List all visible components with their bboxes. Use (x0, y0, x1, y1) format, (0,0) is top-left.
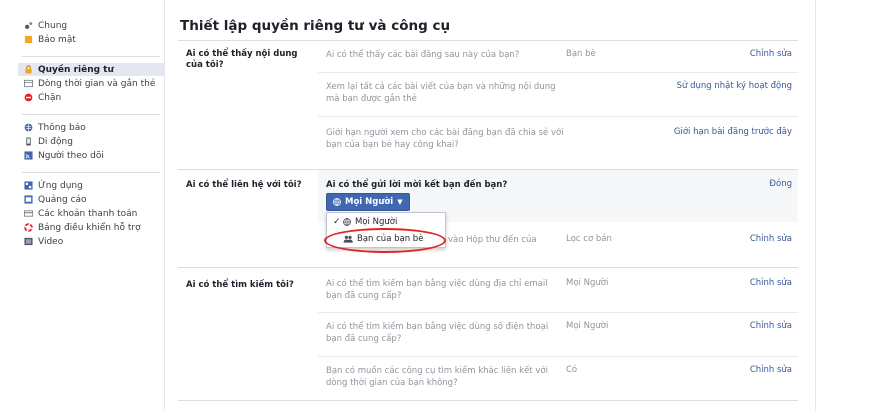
globe-icon (24, 123, 33, 132)
setting-row: Bạn có muốn các công cụ tìm kiếm khác li… (318, 356, 798, 401)
section-who-can-see: Ai có thể thấy nội dung của tôi? Ai có t… (178, 41, 798, 170)
sidebar-item-security[interactable]: Bảo mật (22, 33, 172, 46)
sidebar-group-notifications: Thông báo Di động Người theo dõi (22, 121, 172, 162)
setting-value: Bạn bè (566, 49, 596, 59)
setting-row: Giới hạn người xem cho các bài đăng bạn … (318, 116, 798, 170)
highlight-annotation-circle (324, 228, 446, 253)
sidebar-item-support-dashboard[interactable]: Bảng điều khiển hỗ trợ (22, 221, 172, 234)
video-icon (24, 237, 33, 246)
section-who-can-contact: Ai có thể liên hệ với tôi? Ai có thể gửi… (178, 170, 798, 268)
sidebar-item-label: Quyền riêng tư (38, 64, 114, 75)
sidebar-item-label: Dòng thời gian và gắn thẻ (38, 78, 156, 89)
sidebar-item-mobile[interactable]: Di động (22, 135, 172, 148)
content-divider (815, 0, 816, 411)
audience-dropdown-menu: ✓ Mọi Người Bạn của bạn bè (324, 212, 446, 253)
sidebar-group-apps: Ứng dụng Quảng cáo Các khoản thanh toán … (22, 179, 172, 248)
settings-page: Chung Bảo mật Quyền riêng tư Dòng thời g… (0, 0, 870, 411)
sidebar-item-ads[interactable]: Quảng cáo (22, 193, 172, 206)
section-label: Ai có thể tìm kiếm tôi? (186, 280, 294, 290)
setting-question: Ai có thể tìm kiếm bạn bằng việc dùng đị… (326, 279, 548, 301)
sidebar-item-blocking[interactable]: Chặn (22, 91, 172, 104)
checkmark-icon: ✓ (333, 216, 341, 227)
rss-icon (24, 151, 33, 160)
audience-selector-button[interactable]: Mọi Người ▼ (326, 193, 410, 211)
ads-icon (24, 195, 33, 204)
setting-row: Ai có thể tìm kiếm bạn bằng việc dùng số… (318, 312, 798, 357)
sidebar-item-privacy[interactable]: Quyền riêng tư (18, 63, 164, 76)
sidebar-separator (22, 56, 160, 57)
setting-question: Ai có thể tìm kiếm bạn bằng việc dùng số… (326, 322, 549, 344)
sidebar-item-general[interactable]: Chung (22, 19, 172, 32)
edit-link[interactable]: Chỉnh sửa (750, 321, 792, 331)
sidebar-item-label: Bảng điều khiển hỗ trợ (38, 222, 141, 233)
sidebar-item-followers[interactable]: Người theo dõi (22, 149, 172, 162)
sidebar-item-timeline-tagging[interactable]: Dòng thời gian và gắn thẻ (22, 77, 172, 90)
apps-icon (24, 181, 33, 190)
sidebar-item-label: Ứng dụng (38, 180, 83, 191)
mobile-icon (24, 137, 33, 146)
globe-icon (333, 198, 341, 206)
edit-link[interactable]: Chỉnh sửa (750, 365, 792, 375)
setting-value: Mọi Người (566, 321, 609, 331)
sidebar-item-apps[interactable]: Ứng dụng (22, 179, 172, 192)
block-icon (24, 93, 33, 102)
settings-sidebar: Chung Bảo mật Quyền riêng tư Dòng thời g… (18, 18, 172, 258)
edit-link[interactable]: Chỉnh sửa (750, 234, 792, 244)
sidebar-group-privacy: Quyền riêng tư Dòng thời gian và gắn thẻ… (18, 63, 172, 104)
activity-log-link[interactable]: Sử dụng nhật ký hoạt động (677, 81, 792, 91)
sidebar-item-label: Di động (38, 136, 73, 147)
setting-value: Có (566, 365, 578, 375)
privacy-settings-panel: Thiết lập quyền riêng tư và công cụ Ai c… (178, 18, 798, 401)
sidebar-group-account: Chung Bảo mật (22, 19, 172, 46)
section-label: Ai có thể thấy nội dung của tôi? (186, 49, 298, 70)
card-icon (24, 209, 33, 218)
shield-icon (24, 35, 33, 44)
setting-question: Ai có thể gửi lời mời kết bạn đến bạn? (326, 180, 508, 190)
dropdown-option-label: Mọi Người (355, 216, 398, 227)
gear-icon (24, 21, 33, 30)
lifebuoy-icon (24, 223, 33, 232)
timeline-icon (24, 79, 33, 88)
sidebar-item-label: Chung (38, 20, 68, 31)
section-label: Ai có thể liên hệ với tôi? (186, 180, 302, 190)
sidebar-item-label: Quảng cáo (38, 194, 87, 205)
close-link[interactable]: Đóng (769, 179, 792, 189)
edit-link[interactable]: Chỉnh sửa (750, 49, 792, 59)
edit-link[interactable]: Chỉnh sửa (750, 278, 792, 288)
lock-icon (24, 65, 33, 74)
sidebar-item-video[interactable]: Video (22, 235, 172, 248)
setting-question: Bạn có muốn các công cụ tìm kiếm khác li… (326, 366, 548, 388)
setting-row: Xem lại tất cả các bài viết của bạn và n… (318, 72, 798, 117)
setting-question: Xem lại tất cả các bài viết của bạn và n… (326, 82, 556, 104)
sidebar-item-payments[interactable]: Các khoản thanh toán (22, 207, 172, 220)
setting-row: Ai có thể tìm kiếm bạn bằng việc dùng đị… (318, 268, 798, 312)
globe-icon (343, 217, 351, 226)
sidebar-item-notifications[interactable]: Thông báo (22, 121, 172, 134)
setting-question: Ai có thể thấy các bài đăng sau này của … (326, 50, 520, 60)
setting-question: vào Hộp thư đến của (448, 235, 537, 245)
dropdown-option-friends-of-friends[interactable]: Bạn của bạn bè (324, 228, 446, 253)
setting-value: Mọi Người (566, 278, 609, 288)
setting-row: Ai có thể thấy các bài đăng sau này của … (318, 41, 798, 72)
sidebar-item-label: Chặn (38, 92, 62, 103)
section-who-can-look-up: Ai có thể tìm kiếm tôi? Ai có thể tìm ki… (178, 268, 798, 401)
sidebar-item-label: Bảo mật (38, 34, 76, 45)
sidebar-item-label: Người theo dõi (38, 150, 104, 161)
sidebar-separator (22, 114, 160, 115)
setting-question: Giới hạn người xem cho các bài đăng bạn … (326, 128, 564, 150)
sidebar-separator (22, 172, 160, 173)
page-title: Thiết lập quyền riêng tư và công cụ (178, 18, 798, 41)
sidebar-item-label: Video (38, 236, 64, 247)
sidebar-item-label: Các khoản thanh toán (38, 208, 138, 219)
setting-value: Lọc cơ bản (566, 234, 612, 244)
limit-past-posts-link[interactable]: Giới hạn bài đăng trước đây (674, 127, 792, 137)
sidebar-item-label: Thông báo (38, 122, 86, 133)
audience-selector-label: Mọi Người (345, 197, 394, 207)
chevron-down-icon: ▼ (397, 198, 403, 206)
